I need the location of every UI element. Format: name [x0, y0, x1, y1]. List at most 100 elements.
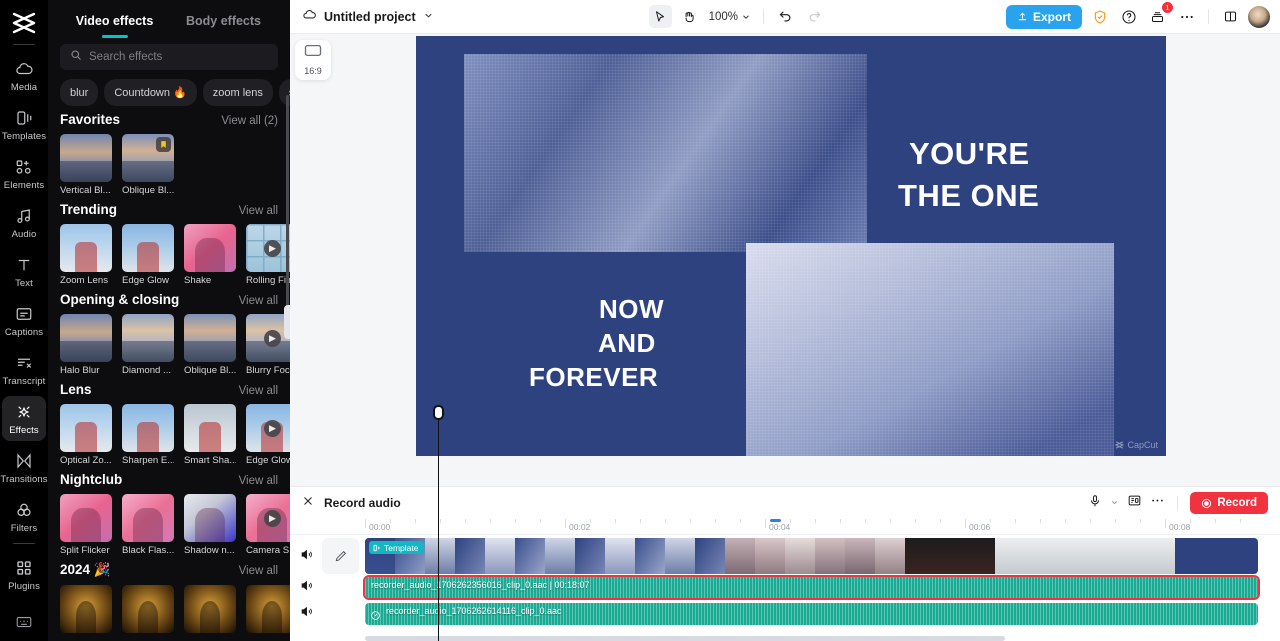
effect-card[interactable] — [184, 585, 236, 633]
view-all-lens[interactable]: View all — [239, 385, 278, 397]
view-all-opening-closing[interactable]: View all — [239, 295, 278, 307]
template-badge[interactable]: Template — [369, 541, 424, 554]
carousel-next-icon[interactable]: ▶ — [264, 330, 281, 347]
sidebar-item-elements[interactable]: Elements — [2, 151, 46, 196]
tab-video-effects[interactable]: Video effects — [60, 8, 169, 38]
playhead[interactable] — [438, 412, 439, 641]
effect-card[interactable]: Zoom Lens — [60, 224, 112, 286]
effect-card[interactable]: Oblique Bl... — [122, 134, 174, 196]
view-all-nightclub[interactable]: View all — [239, 475, 278, 487]
panel-collapse-handle[interactable] — [284, 305, 290, 339]
chip-blur[interactable]: blur — [60, 79, 99, 106]
effect-card[interactable]: Smart Sha... — [184, 404, 236, 466]
effect-card[interactable]: Halo Blur — [60, 314, 112, 376]
sidebar-item-label: Media — [10, 82, 38, 93]
watermark: CapCut — [1115, 440, 1158, 450]
sidebar-item-captions[interactable]: Captions — [2, 298, 46, 343]
project-name[interactable]: Untitled project — [324, 10, 416, 24]
sidebar-item-effects[interactable]: Effects — [2, 396, 46, 441]
sidebar-item-transcript[interactable]: Transcript — [2, 347, 46, 392]
carousel-next-icon[interactable]: ▶ — [264, 240, 281, 257]
sidebar-item-text[interactable]: Text — [2, 249, 46, 294]
chevron-down-icon[interactable] — [423, 8, 434, 26]
audio-clip-selected[interactable]: recorder_audio_1706262356016_clip_0.aac … — [363, 575, 1260, 600]
marker-indicator[interactable] — [770, 519, 781, 522]
section-header: Lens View all — [60, 382, 278, 397]
sidebar-item-label: Elements — [3, 180, 45, 191]
effect-card[interactable]: Optical Zo... — [60, 404, 112, 466]
effect-card[interactable]: Diamond ... — [122, 314, 174, 376]
tab-body-effects[interactable]: Body effects — [169, 8, 278, 38]
speaker-icon[interactable] — [298, 546, 314, 562]
aspect-ratio-label: 16:9 — [304, 66, 322, 76]
captions-icon — [14, 304, 34, 324]
effect-card[interactable]: Edge Glow — [122, 224, 174, 286]
carousel-next-icon[interactable]: ▶ — [264, 510, 281, 527]
search-input[interactable] — [89, 51, 268, 63]
playhead-handle[interactable] — [433, 405, 444, 420]
effect-card[interactable] — [246, 585, 290, 633]
sidebar-item-templates[interactable]: Templates — [2, 102, 46, 147]
favorite-star-icon[interactable] — [156, 137, 171, 152]
redo-icon[interactable] — [803, 5, 826, 28]
effect-card[interactable] — [60, 585, 112, 633]
aspect-ratio-button[interactable]: 16:9 — [295, 40, 331, 80]
effect-card[interactable] — [122, 585, 174, 633]
section-header: Trending View all — [60, 202, 278, 217]
sidebar-item-plugins[interactable]: Plugins — [2, 552, 46, 597]
chip-countdown[interactable]: Countdown 🔥 — [104, 79, 197, 106]
effect-card[interactable]: Sharpen E... — [122, 404, 174, 466]
video-canvas[interactable]: YOU'RE THE ONE NOW AND FOREVER CapCut — [416, 36, 1166, 456]
section-title: Opening & closing — [60, 292, 180, 307]
record-button[interactable]: Record — [1190, 492, 1268, 514]
audio-clip[interactable]: recorder_audio_1706262614116_clip_0.aac — [365, 603, 1258, 625]
view-all-2024[interactable]: View all — [239, 565, 278, 577]
split-layout-icon[interactable] — [1219, 5, 1242, 28]
effect-card[interactable]: Shake — [184, 224, 236, 286]
view-all-favorites[interactable]: View all (2) — [221, 115, 278, 127]
inbox-icon[interactable]: 1 — [1146, 2, 1173, 28]
close-icon[interactable] — [302, 494, 314, 512]
cloud-icon — [14, 59, 34, 79]
carousel-next-icon[interactable]: ▶ — [264, 420, 281, 437]
zoom-level-dropdown[interactable]: 100% — [709, 11, 751, 23]
more-horizontal-icon[interactable] — [1150, 493, 1165, 513]
cursor-arrow-icon[interactable] — [648, 5, 672, 28]
ruler-label: 00:00 — [369, 522, 391, 532]
speaker-icon[interactable] — [298, 603, 314, 619]
undo-icon[interactable] — [774, 5, 797, 28]
project-title-group[interactable]: Untitled project — [302, 7, 434, 27]
speaker-icon[interactable] — [298, 577, 314, 593]
avatar[interactable] — [1248, 5, 1270, 28]
sidebar-item-media[interactable]: Media — [2, 53, 46, 98]
sidebar-item-filters[interactable]: Filters — [2, 494, 46, 539]
more-horizontal-icon[interactable] — [1175, 5, 1198, 28]
effect-card[interactable]: Oblique Bl... — [184, 314, 236, 376]
audio-effect-icon[interactable] — [370, 608, 381, 625]
export-button[interactable]: Export — [1005, 4, 1082, 29]
hand-icon[interactable] — [678, 5, 701, 28]
edit-track-button[interactable] — [322, 538, 359, 574]
video-clip[interactable]: Template — [365, 538, 1258, 574]
search-effects-box[interactable] — [60, 44, 278, 70]
sidebar-item-transitions[interactable]: Transitions — [0, 445, 48, 490]
question-circle-icon[interactable] — [1117, 5, 1140, 28]
effect-card[interactable]: Shadow n... — [184, 494, 236, 556]
view-all-trending[interactable]: View all — [239, 205, 278, 217]
chip-zoom-lens[interactable]: zoom lens — [202, 79, 273, 106]
shield-check-icon[interactable] — [1088, 5, 1111, 28]
effect-card[interactable]: Black Flas... — [122, 494, 174, 556]
microphone-icon[interactable] — [1088, 494, 1102, 513]
keyboard-shortcuts-icon[interactable] — [0, 613, 48, 631]
effect-label: Sharpen E... — [122, 455, 174, 466]
effect-card[interactable]: Vertical Bl... — [60, 134, 112, 196]
teleprompter-icon[interactable] — [1127, 493, 1142, 513]
sidebar-item-audio[interactable]: Audio — [2, 200, 46, 245]
chevron-down-icon[interactable] — [1110, 494, 1119, 512]
effect-card[interactable]: Split Flicker — [60, 494, 112, 556]
panel-scrollbar[interactable] — [286, 95, 289, 325]
sidebar-item-label: Transcript — [2, 376, 46, 387]
timeline-horizontal-scrollbar[interactable] — [365, 636, 1005, 641]
effect-label: Vertical Bl... — [60, 185, 111, 196]
capcut-logo-icon[interactable] — [7, 8, 41, 38]
